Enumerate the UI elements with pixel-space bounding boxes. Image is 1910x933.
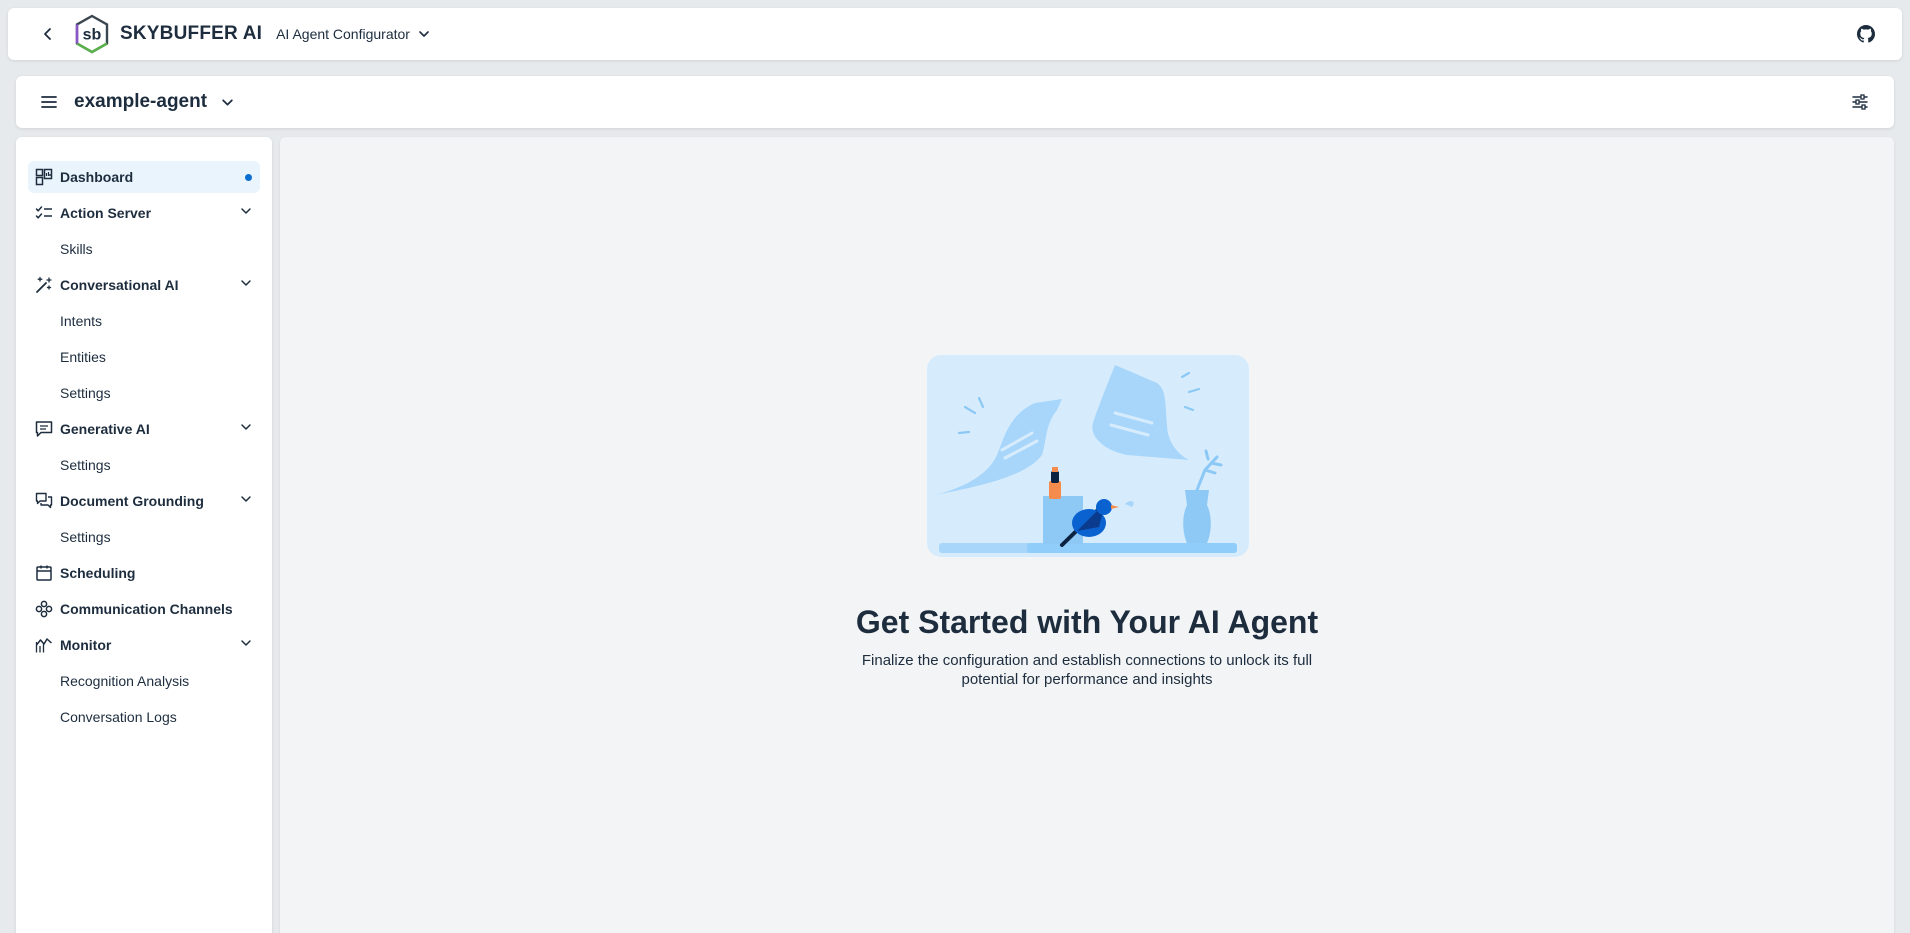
nav-item-label: Action Server: [60, 205, 152, 221]
nav-item-monitor[interactable]: Monitor: [28, 629, 260, 661]
nav-item-communication-channels[interactable]: Communication Channels: [28, 593, 260, 625]
github-icon: [1857, 25, 1875, 43]
nav-item-label: Generative AI: [60, 421, 150, 437]
network-icon: [34, 599, 54, 619]
agent-header: example-agent: [16, 76, 1894, 128]
dashboard-icon: [34, 167, 54, 187]
nav-item-label: Settings: [60, 529, 111, 545]
nav-item-generative-ai[interactable]: Generative AI: [28, 413, 260, 445]
nav-item-conversational-settings[interactable]: Settings: [28, 377, 260, 409]
line-chart-icon: [34, 635, 54, 655]
github-button[interactable]: [1850, 18, 1882, 50]
skybuffer-logo: sb: [75, 14, 109, 54]
nav-item-generative-settings[interactable]: Settings: [28, 449, 260, 481]
nav-item-label: Dashboard: [60, 169, 134, 185]
chevron-down-icon[interactable]: [240, 493, 252, 505]
nav-item-intents[interactable]: Intents: [28, 305, 260, 337]
chevron-down-icon: [222, 98, 233, 106]
discussion-icon: [34, 491, 54, 511]
nav-item-label: Settings: [60, 385, 111, 401]
nav-item-skills[interactable]: Skills: [28, 233, 260, 265]
nav-item-label: Intents: [60, 313, 103, 329]
chat-icon: [34, 419, 54, 439]
nav-item-label: Document Grounding: [60, 493, 204, 509]
nav-item-label: Settings: [60, 457, 111, 473]
side-navigation: Dashboard Action Server Skills Conversat…: [16, 137, 272, 933]
chevron-down-icon[interactable]: [240, 277, 252, 289]
back-button[interactable]: [28, 14, 68, 54]
empty-state-illustration: [927, 355, 1249, 557]
selected-indicator: [245, 174, 252, 181]
nav-item-label: Communication Channels: [60, 601, 233, 617]
nav-item-conversation-logs[interactable]: Conversation Logs: [28, 701, 260, 733]
sliders-icon: [1852, 94, 1868, 110]
nav-item-label: Entities: [60, 349, 106, 365]
agent-switcher[interactable]: [221, 96, 234, 109]
menu-toggle-button[interactable]: [32, 85, 66, 119]
svg-text:sb: sb: [83, 27, 102, 44]
chevron-down-icon: [419, 31, 429, 37]
nav-item-dashboard[interactable]: Dashboard: [28, 161, 260, 193]
shell-bar: sb SKYBUFFER AI AI Agent Configurator: [8, 8, 1902, 60]
view-settings-button[interactable]: [1844, 86, 1876, 118]
chevron-down-icon[interactable]: [240, 205, 252, 217]
product-switcher[interactable]: AI Agent Configurator: [276, 26, 430, 42]
product-name: AI Agent Configurator: [276, 26, 410, 42]
nav-item-action-server[interactable]: Action Server: [28, 197, 260, 229]
chevron-left-icon: [44, 28, 51, 40]
nav-item-label: Scheduling: [60, 565, 136, 581]
nav-item-label: Monitor: [60, 637, 112, 653]
nav-item-label: Conversational AI: [60, 277, 179, 293]
checklist-icon: [34, 203, 54, 223]
nav-item-document-grounding[interactable]: Document Grounding: [28, 485, 260, 517]
nav-item-label: Conversation Logs: [60, 709, 177, 725]
nav-item-label: Recognition Analysis: [60, 673, 190, 689]
empty-state-title: Get Started with Your AI Agent: [855, 604, 1319, 640]
nav-item-conversational-ai[interactable]: Conversational AI: [28, 269, 260, 301]
main-content: Get Started with Your AI Agent Finalize …: [280, 137, 1894, 933]
hamburger-icon: [41, 96, 57, 108]
nav-item-entities[interactable]: Entities: [28, 341, 260, 373]
chevron-down-icon[interactable]: [240, 637, 252, 649]
calendar-icon: [34, 563, 54, 583]
nav-item-grounding-settings[interactable]: Settings: [28, 521, 260, 553]
chevron-down-icon[interactable]: [240, 421, 252, 433]
nav-item-label: Skills: [60, 241, 93, 257]
nav-item-recognition-analysis[interactable]: Recognition Analysis: [28, 665, 260, 697]
agent-name: example-agent: [74, 91, 208, 112]
nav-item-scheduling[interactable]: Scheduling: [28, 557, 260, 589]
empty-state-description: Finalize the configuration and establish…: [861, 652, 1313, 688]
magic-wand-icon: [34, 275, 54, 295]
brand-name: SKYBUFFER AI: [120, 23, 263, 44]
